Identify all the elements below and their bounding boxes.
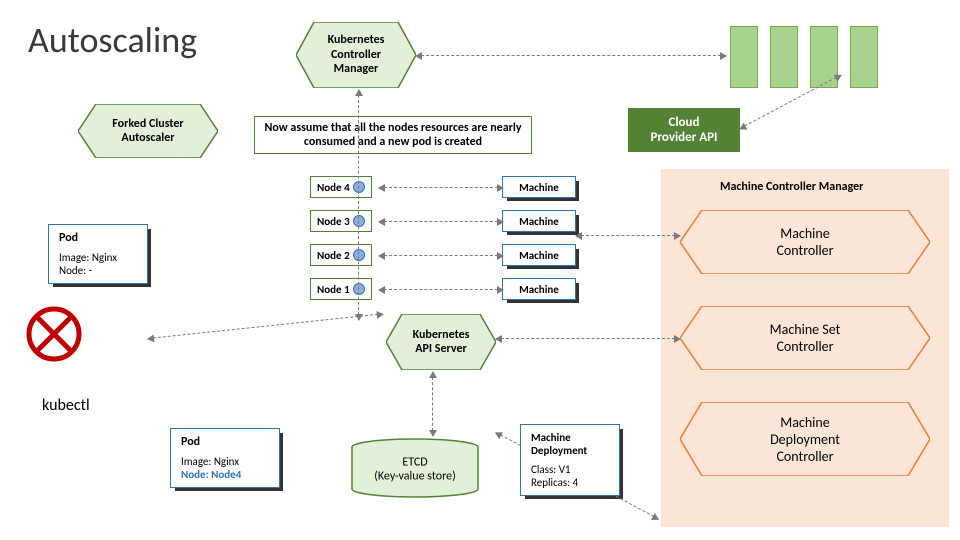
- machine-deployment-spec: Machine Deployment Class: V1 Replicas: 4: [520, 424, 620, 496]
- cloud-provider-api: Cloud Provider API: [628, 108, 740, 152]
- pod-spec-1: Pod Image: Nginx Node: -: [48, 224, 148, 284]
- pod-spec-2: Pod Image: Nginx Node: Node4: [170, 428, 280, 488]
- pod1-title: Pod: [59, 231, 137, 245]
- machine-deployment-controller: Machine Deployment Controller: [680, 402, 930, 476]
- api-server-label: Kubernetes API Server: [413, 328, 470, 356]
- connector: [416, 55, 726, 56]
- connector: [379, 187, 503, 188]
- machine-3: Machine: [502, 210, 576, 232]
- pod2-title: Pod: [181, 435, 269, 449]
- etcd-store: ETCD (Key-value store): [350, 438, 480, 498]
- vm-bar-1: [730, 26, 758, 88]
- machine-4: Machine: [502, 176, 576, 198]
- k8s-api-server: Kubernetes API Server: [386, 314, 496, 370]
- kubectl-label: kubectl: [42, 396, 90, 415]
- vm-bar-2: [770, 26, 798, 88]
- scenario-note: Now assume that all the nodes resources …: [254, 116, 532, 154]
- connector: [432, 372, 433, 436]
- connector: [148, 313, 383, 339]
- machine-controller-manager-label: Machine Controller Manager: [720, 180, 863, 194]
- rejected-icon: [26, 306, 82, 362]
- machine-controller: Machine Controller: [680, 210, 930, 274]
- etcd-label: ETCD (Key-value store): [350, 455, 480, 483]
- machine-controller-label: Machine Controller: [776, 225, 833, 259]
- node-4: Node 4: [310, 176, 372, 198]
- connector: [379, 289, 503, 290]
- deployment-replicas: Replicas: 4: [531, 476, 609, 489]
- node-3: Node 3: [310, 210, 372, 232]
- deployment-title: Machine Deployment: [531, 431, 609, 457]
- pod2-node: Node: Node4: [181, 468, 269, 481]
- cloud-provider-api-label: Cloud Provider API: [650, 115, 717, 145]
- forked-cluster-autoscaler-label: Forked Cluster Autoscaler: [108, 113, 187, 150]
- page-title: Autoscaling: [28, 18, 197, 62]
- machine-1: Machine: [502, 278, 576, 300]
- forked-cluster-autoscaler: Forked Cluster Autoscaler: [78, 104, 218, 158]
- k8s-controller-manager: Kubernetes Controller Manager: [296, 22, 416, 88]
- scenario-note-text: Now assume that all the nodes resources …: [264, 121, 521, 149]
- pod2-image: Image: Nginx: [181, 455, 269, 468]
- machine-2: Machine: [502, 244, 576, 266]
- machine-set-controller-label: Machine Set Controller: [770, 321, 841, 355]
- connector: [358, 90, 359, 320]
- connector: [379, 221, 503, 222]
- connector: [576, 235, 680, 236]
- deployment-class: Class: V1: [531, 463, 609, 476]
- connector: [379, 255, 503, 256]
- pod1-image: Image: Nginx: [59, 251, 137, 264]
- node-1: Node 1: [310, 278, 372, 300]
- node-2: Node 2: [310, 244, 372, 266]
- vm-bar-4: [850, 26, 878, 88]
- k8s-controller-manager-label: Kubernetes Controller Manager: [324, 29, 389, 80]
- connector: [496, 338, 680, 339]
- machine-deployment-controller-label: Machine Deployment Controller: [770, 414, 840, 465]
- pod1-node: Node: -: [59, 264, 137, 277]
- machine-set-controller: Machine Set Controller: [680, 306, 930, 370]
